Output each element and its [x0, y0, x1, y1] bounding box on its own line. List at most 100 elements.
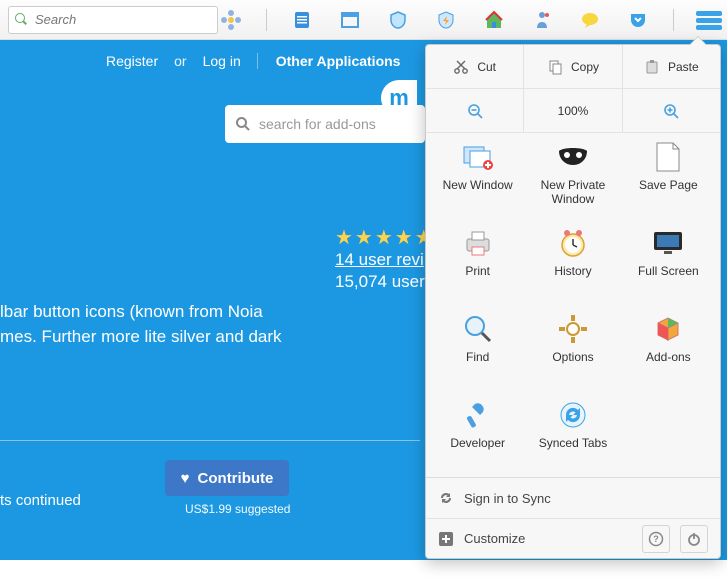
toolbar-icons [218, 7, 727, 33]
contribute-button[interactable]: Contribute [165, 460, 289, 496]
sign-in-sync-button[interactable]: Sign in to Sync [426, 478, 720, 518]
search-icon [235, 116, 251, 132]
zoom-row: 100% [426, 89, 720, 133]
page-footer [0, 560, 727, 579]
find-button[interactable]: Find [430, 313, 525, 385]
contribute-label: Contribute [198, 470, 274, 487]
shield-blue-icon[interactable] [385, 7, 411, 33]
synced-tabs-button[interactable]: Synced Tabs [525, 399, 620, 471]
zoom-in-icon [663, 103, 679, 119]
window-icon[interactable] [337, 7, 363, 33]
magnifier-icon [462, 313, 494, 345]
search-input[interactable]: Search [8, 6, 218, 34]
developer-label: Developer [450, 437, 505, 451]
pocket-icon[interactable] [625, 7, 651, 33]
new-window-icon [462, 141, 494, 173]
clipboard-icon[interactable] [289, 7, 315, 33]
flower-icon[interactable] [218, 7, 244, 33]
sync-small-icon [438, 490, 454, 506]
reviews-link[interactable]: 14 user revi [335, 250, 424, 270]
search-icon [15, 13, 29, 27]
truncated-text: ts continued [0, 492, 81, 509]
plus-box-icon [438, 531, 454, 547]
full-screen-button[interactable]: Full Screen [621, 227, 716, 299]
help-icon: ? [648, 531, 664, 547]
save-page-button[interactable]: Save Page [621, 141, 716, 213]
shield-bolt-icon[interactable] [433, 7, 459, 33]
page-icon [652, 141, 684, 173]
addon-description: lbar button icons (known from Noia mes. … [0, 300, 330, 349]
mask-icon [557, 141, 589, 173]
addon-search-placeholder: search for add-ons [259, 116, 376, 132]
panel-arrow [690, 37, 706, 45]
hamburger-icon [696, 9, 722, 31]
speech-bubble-icon[interactable] [577, 7, 603, 33]
svg-text:?: ? [653, 534, 659, 544]
quit-button[interactable] [680, 525, 708, 553]
full-screen-label: Full Screen [638, 265, 699, 279]
cut-icon [453, 59, 469, 75]
history-button[interactable]: History [525, 227, 620, 299]
menu-grid: New Window New Private Window Save Page … [426, 133, 720, 477]
addon-search-input[interactable]: search for add-ons [225, 105, 425, 143]
cube-icon [652, 313, 684, 345]
sync-icon [557, 399, 589, 431]
copy-label: Copy [571, 60, 599, 74]
figure-icon[interactable] [529, 7, 555, 33]
star-rating: ★★★★★ [335, 225, 435, 250]
gear-icon [557, 313, 589, 345]
suggested-amount: US$1.99 suggested [185, 502, 290, 516]
find-label: Find [466, 351, 489, 365]
register-link[interactable]: Register [106, 53, 158, 69]
edit-row: Cut Copy Paste [426, 45, 720, 89]
synced-tabs-label: Synced Tabs [539, 437, 608, 451]
section-divider [0, 440, 420, 441]
browser-toolbar: Search [0, 0, 727, 40]
cut-button[interactable]: Cut [426, 45, 524, 88]
paste-label: Paste [668, 60, 699, 74]
sign-in-label: Sign in to Sync [464, 491, 551, 506]
separator [266, 9, 267, 31]
new-private-window-button[interactable]: New Private Window [525, 141, 620, 213]
customize-button[interactable]: Customize [438, 531, 525, 547]
search-placeholder: Search [35, 12, 76, 27]
login-link[interactable]: Log in [203, 53, 241, 69]
new-private-window-label: New Private Window [525, 179, 620, 207]
cut-label: Cut [477, 60, 496, 74]
zoom-out-icon [467, 103, 483, 119]
paste-icon [644, 59, 660, 75]
zoom-out-button[interactable] [426, 89, 524, 132]
new-window-label: New Window [443, 179, 513, 193]
clock-icon [557, 227, 589, 259]
zoom-value: 100% [558, 104, 589, 118]
panel-footer: Sign in to Sync Customize ? [426, 477, 720, 558]
addons-button[interactable]: Add-ons [621, 313, 716, 385]
house-icon[interactable] [481, 7, 507, 33]
options-button[interactable]: Options [525, 313, 620, 385]
power-icon [686, 531, 702, 547]
monitor-icon [652, 227, 684, 259]
options-label: Options [552, 351, 593, 365]
printer-icon [462, 227, 494, 259]
customize-row: Customize ? [426, 518, 720, 558]
copy-button[interactable]: Copy [524, 45, 622, 88]
copy-icon [547, 59, 563, 75]
help-button[interactable]: ? [642, 525, 670, 553]
wrench-icon [462, 399, 494, 431]
zoom-level[interactable]: 100% [524, 89, 622, 132]
app-menu-panel: Cut Copy Paste 100% New Window New Pri [425, 44, 721, 559]
history-label: History [554, 265, 591, 279]
print-button[interactable]: Print [430, 227, 525, 299]
print-label: Print [465, 265, 490, 279]
or-text: or [174, 53, 186, 69]
save-page-label: Save Page [639, 179, 698, 193]
zoom-in-button[interactable] [623, 89, 720, 132]
new-window-button[interactable]: New Window [430, 141, 525, 213]
addons-label: Add-ons [646, 351, 691, 365]
users-count: 15,074 user [335, 272, 425, 292]
developer-button[interactable]: Developer [430, 399, 525, 471]
other-applications-link[interactable]: Other Applications [257, 53, 401, 69]
hamburger-menu-button[interactable] [696, 7, 722, 33]
paste-button[interactable]: Paste [623, 45, 720, 88]
separator [673, 9, 674, 31]
